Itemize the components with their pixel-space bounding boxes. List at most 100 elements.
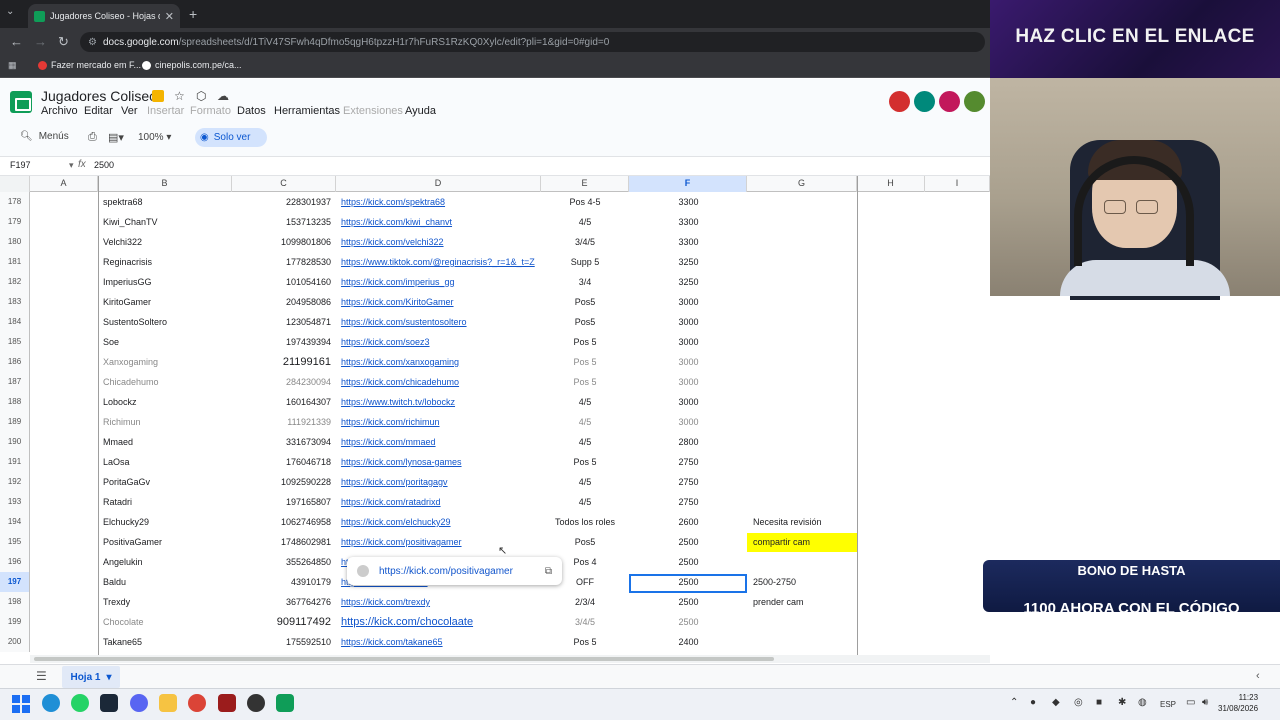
tray-app-icon-2[interactable]: ◆ xyxy=(1052,697,1060,708)
cell-channel-link[interactable]: https://kick.com/velchi322 xyxy=(341,232,541,252)
table-row[interactable]: 179 Kiwi_ChanTV 153713235 https://kick.com/… xyxy=(0,212,990,232)
star-icon[interactable]: ☆ xyxy=(174,89,185,103)
scrollbar-thumb[interactable] xyxy=(34,657,774,661)
tray-app-icon-1[interactable]: ● xyxy=(1030,697,1036,708)
cell-channel-link[interactable]: https://kick.com/sustentosoltero xyxy=(341,312,541,332)
column-header-g[interactable]: G xyxy=(747,176,857,192)
cell-channel-link[interactable]: https://kick.com/soez3 xyxy=(341,332,541,352)
clock[interactable]: 11:23 31/08/2026 xyxy=(1218,692,1258,714)
extension-icon-3[interactable] xyxy=(939,91,960,112)
cell-channel-link[interactable]: https://kick.com/imperius_gg xyxy=(341,272,541,292)
browser-tab[interactable]: Jugadores Coliseo - Hojas de cálculo ✕ xyxy=(28,4,180,28)
bookmark-item-cinepolis[interactable]: cinepolis.com.pe/ca... xyxy=(142,60,242,70)
extension-icon-1[interactable] xyxy=(889,91,910,112)
sheets-logo-icon[interactable] xyxy=(10,91,32,113)
column-header-a[interactable]: A xyxy=(30,176,98,192)
file-explorer-icon[interactable] xyxy=(159,694,177,712)
extension-icon-2[interactable] xyxy=(914,91,935,112)
back-icon[interactable]: ← xyxy=(10,34,23,49)
column-header-d[interactable]: D xyxy=(336,176,541,192)
table-row[interactable]: 193 Ratadri 197165807 https://kick.com/rata… xyxy=(0,492,990,512)
table-row[interactable]: 187 Chicadehumo 284230094 https://kick.com/… xyxy=(0,372,990,392)
print-icon[interactable]: ⎙ xyxy=(88,131,97,144)
cell-channel-link[interactable]: https://kick.com/positivagamer xyxy=(341,532,541,552)
reload-icon[interactable]: ↻ xyxy=(58,34,69,50)
steam-icon[interactable] xyxy=(100,694,118,712)
menu-insertar[interactable]: Insertar xyxy=(147,105,184,117)
close-tab-icon[interactable]: ✕ xyxy=(165,10,174,23)
link-preview-tooltip[interactable]: https://kick.com/positivagamer ⧉ xyxy=(347,557,562,585)
table-row[interactable]: 185 Soe 197439394 https://kick.com/soez3 Pos… xyxy=(0,332,990,352)
app-icon-red[interactable] xyxy=(218,694,236,712)
bluetooth-icon[interactable]: ✱ xyxy=(1118,697,1126,708)
selected-cell-f197[interactable] xyxy=(629,574,747,593)
document-title[interactable]: Jugadores Coliseo xyxy=(41,88,157,104)
cell-channel-link[interactable]: https://kick.com/trexdy xyxy=(341,592,541,612)
formula-input[interactable]: 2500 xyxy=(94,160,114,170)
format-dropdown-icon[interactable]: ▤▾ xyxy=(108,131,124,144)
menu-extensiones[interactable]: Extensiones xyxy=(343,105,403,117)
column-header-c[interactable]: C xyxy=(232,176,336,192)
cell-channel-link[interactable]: https://kick.com/mmaed xyxy=(341,432,541,452)
table-row[interactable]: 192 PoritaGaGv 1092590228 https://kick.com/… xyxy=(0,472,990,492)
menu-ayuda[interactable]: Ayuda xyxy=(405,105,436,117)
cell-channel-link[interactable]: https://kick.com/KiritoGamer xyxy=(341,292,541,312)
obs-icon[interactable] xyxy=(247,694,265,712)
column-header-f[interactable]: F xyxy=(629,176,747,192)
edge-icon[interactable] xyxy=(42,694,60,712)
chrome-icon[interactable] xyxy=(188,694,206,712)
table-row[interactable]: 190 Mmaed 331673094 https://kick.com/mmaed 4… xyxy=(0,432,990,452)
new-tab-icon[interactable]: + xyxy=(189,6,197,22)
table-row[interactable]: 200 Takane65 175592510 https://kick.com/tak… xyxy=(0,632,990,652)
sheet-tab-hoja1[interactable]: Hoja 1 ▾ xyxy=(62,666,120,688)
all-sheets-icon[interactable]: ☰ xyxy=(36,669,47,683)
column-header-b[interactable]: B xyxy=(98,176,232,192)
discord-icon[interactable] xyxy=(130,694,148,712)
column-header-h[interactable]: H xyxy=(857,176,925,192)
bookmark-item-mercado[interactable]: Fazer mercado em F... xyxy=(38,60,141,70)
tray-expand-icon[interactable]: ⌃ xyxy=(1010,697,1018,708)
copy-link-icon[interactable]: ⧉ xyxy=(545,566,552,577)
table-row[interactable]: 191 LaOsa 176046718 https://kick.com/lynosa… xyxy=(0,452,990,472)
forward-icon[interactable]: → xyxy=(34,34,47,49)
network-icon[interactable]: ▭ xyxy=(1186,697,1195,708)
table-row[interactable]: 199 Chocolate 909117492 https://kick.com/ch… xyxy=(0,612,990,632)
cell-channel-link[interactable]: https://www.tiktok.com/@reginacrisis?_r=… xyxy=(341,252,541,272)
table-row[interactable]: 182 ImperiusGG 101054160 https://kick.com/i… xyxy=(0,272,990,292)
tooltip-link[interactable]: https://kick.com/positivagamer xyxy=(379,566,535,577)
volume-icon[interactable]: 🔊︎ xyxy=(1202,697,1208,708)
column-header-i[interactable]: I xyxy=(925,176,990,192)
menu-archivo[interactable]: Archivo xyxy=(41,105,78,117)
table-row[interactable]: 183 KiritoGamer 204958086 https://kick.com/… xyxy=(0,292,990,312)
shortcut-badge-icon[interactable] xyxy=(152,90,164,102)
table-row[interactable]: 198 Trexdy 367764276 https://kick.com/trexd… xyxy=(0,592,990,612)
menu-ver[interactable]: Ver xyxy=(121,105,138,117)
table-row[interactable]: 181 Reginacrisis 177828530 https://www.tikt… xyxy=(0,252,990,272)
select-all-corner[interactable] xyxy=(0,176,30,192)
cell-channel-link[interactable]: https://kick.com/richimun xyxy=(341,412,541,432)
tray-app-icon-3[interactable]: ■ xyxy=(1096,697,1102,708)
tab-list-icon[interactable]: ⌄ xyxy=(6,6,14,17)
cell-channel-link[interactable]: https://kick.com/elchucky29 xyxy=(341,512,541,532)
column-header-e[interactable]: E xyxy=(541,176,629,192)
cell-channel-link[interactable]: https://www.twitch.tv/lobockz xyxy=(341,392,541,412)
menu-datos[interactable]: Datos xyxy=(237,105,266,117)
language-indicator[interactable]: ESP xyxy=(1160,700,1176,709)
menu-formato[interactable]: Formato xyxy=(190,105,231,117)
zoom-select[interactable]: 100% ▾ xyxy=(138,132,171,143)
extension-icon-4[interactable] xyxy=(964,91,985,112)
sheets-taskbar-icon[interactable] xyxy=(276,694,294,712)
table-row[interactable]: 180 Velchi322 1099801806 https://kick.com/v… xyxy=(0,232,990,252)
cell-channel-link[interactable]: https://kick.com/chicadehumo xyxy=(341,372,541,392)
menus-search[interactable]: 🔍︎ Menús xyxy=(20,131,69,142)
table-row[interactable]: 189 Richimun 111921339 https://kick.com/ric… xyxy=(0,412,990,432)
tray-app-icon-4[interactable]: ◍ xyxy=(1138,697,1147,708)
table-row[interactable]: 188 Lobockz 160164307 https://www.twitch.tv… xyxy=(0,392,990,412)
spreadsheet-grid[interactable]: 178 spektra68 228301937 https://kick.com/sp… xyxy=(0,192,990,655)
cell-channel-link[interactable]: https://kick.com/takane65 xyxy=(341,632,541,652)
table-row[interactable]: 186 Xanxogaming 21199161 https://kick.com/x… xyxy=(0,352,990,372)
cell-channel-link[interactable]: https://kick.com/chocolaate xyxy=(341,612,541,632)
cell-channel-link[interactable]: https://kick.com/lynosa-games xyxy=(341,452,541,472)
name-box[interactable]: F197 ▾ xyxy=(10,160,74,171)
cell-channel-link[interactable]: https://kick.com/kiwi_chanvt xyxy=(341,212,541,232)
